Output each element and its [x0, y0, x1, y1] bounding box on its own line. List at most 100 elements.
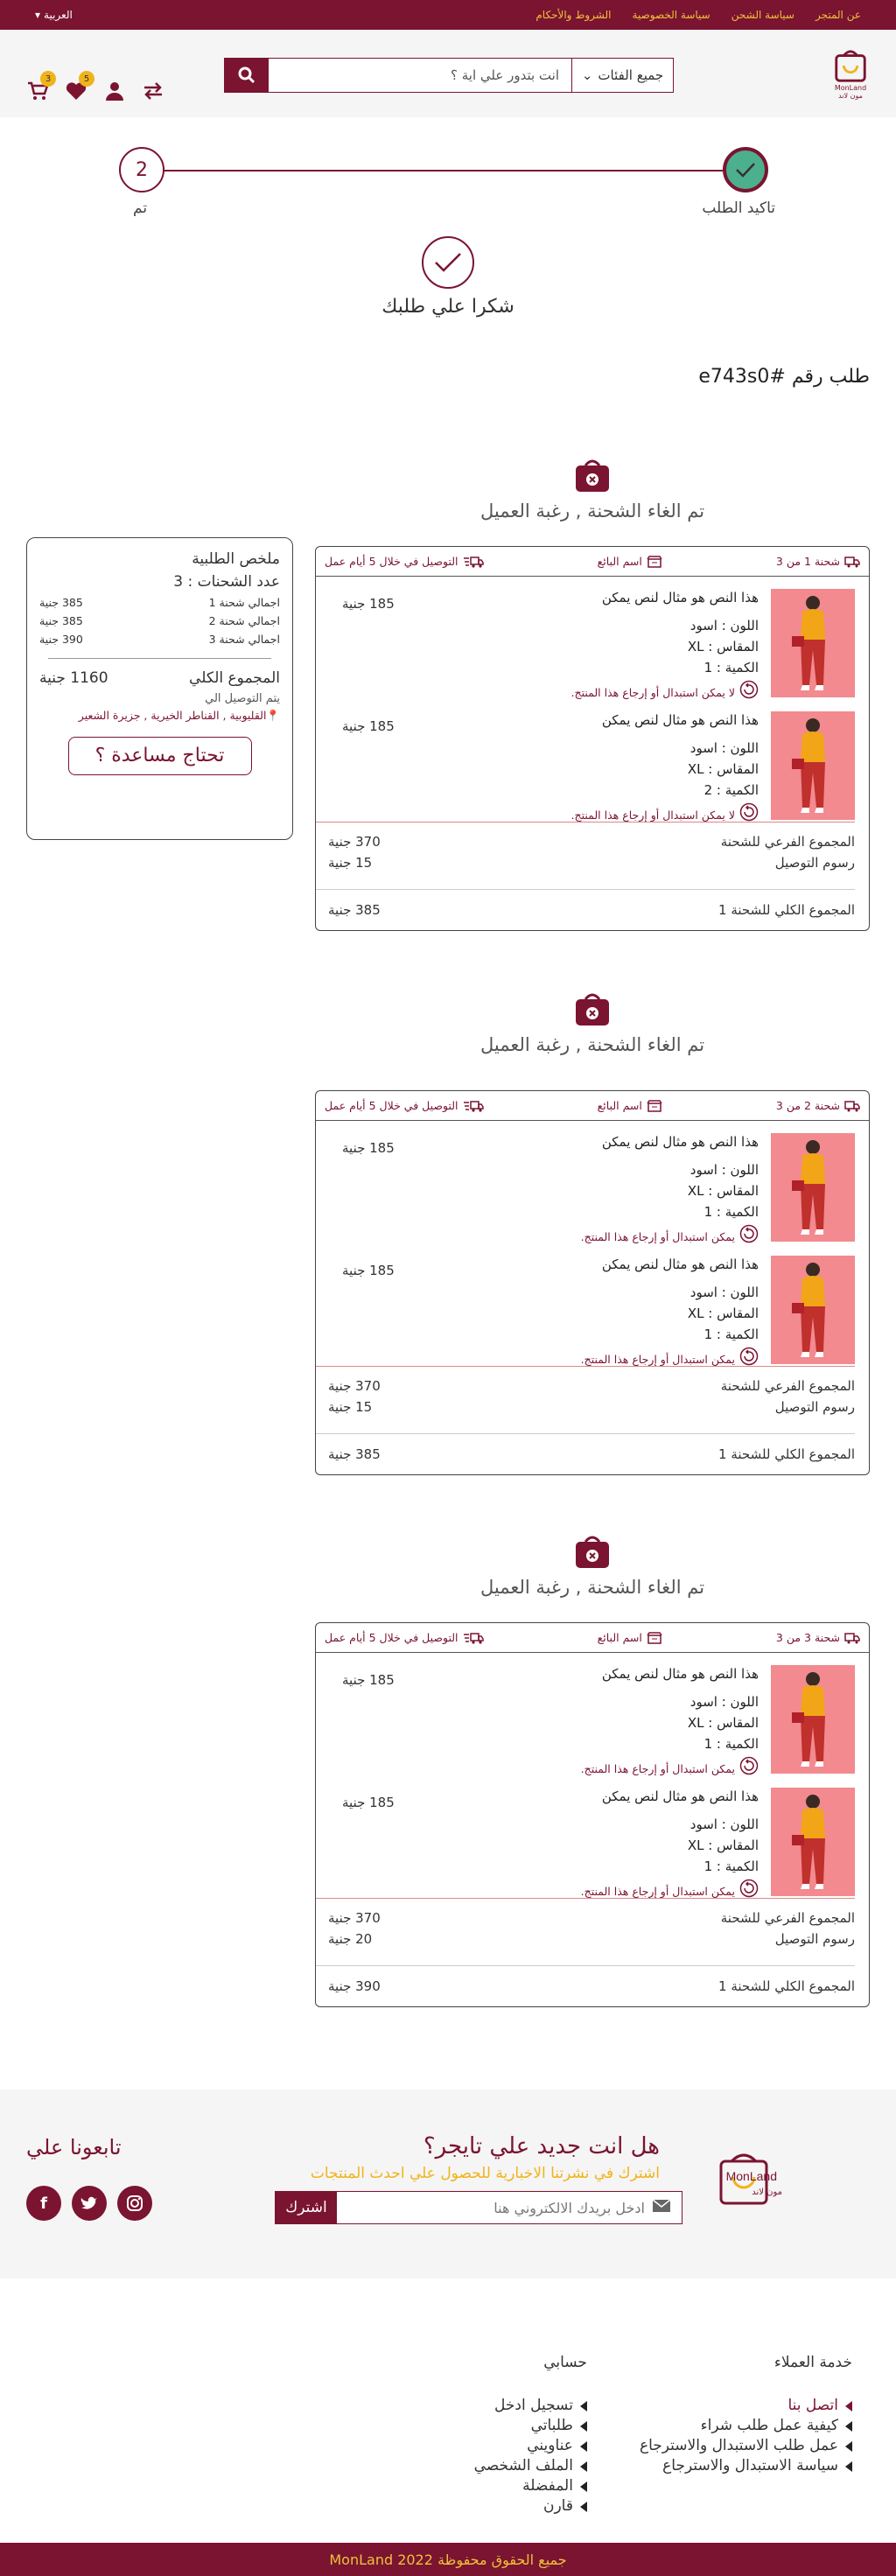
- arrow-icon: [579, 2420, 587, 2432]
- logo[interactable]: MonLand مون لاند: [830, 47, 872, 100]
- shipment-header: شحنة 3 من 3 اسم البائع التوصيل في خلال 5 أ…: [316, 1623, 869, 1653]
- category-select[interactable]: جميع الفئات ⌄: [571, 59, 673, 92]
- account-button[interactable]: [103, 80, 126, 102]
- product-quantity: الكمية : 1: [704, 1204, 759, 1220]
- order-progress: 2 تاكيد الطلب تم: [119, 147, 775, 234]
- summary-row: اجمالي شحنة 1 385 جنية: [39, 596, 280, 609]
- top-link-about[interactable]: عن المتجر: [816, 9, 861, 21]
- top-link-privacy[interactable]: سياسة الخصوصية: [633, 9, 710, 21]
- cancel-message: تم الغاء الشحنة , رغبة العميل: [480, 500, 705, 522]
- shipment-card: شحنة 2 من 3 اسم البائع التوصيل في خلال 5 أ…: [315, 1090, 870, 1475]
- subtotal-value: 370 جنية: [328, 1378, 381, 1394]
- social-links: f: [26, 2186, 152, 2221]
- top-link-terms[interactable]: الشروط والأحكام: [536, 9, 611, 21]
- footer-link-compare[interactable]: قارن: [474, 2496, 587, 2516]
- product-price: 185 جنية: [342, 1263, 395, 1278]
- footer-link-label: قارن: [542, 2497, 573, 2515]
- top-links: عن المتجر سياسة الشحن سياسة الخصوصية الش…: [536, 9, 861, 21]
- product-details: هذا النص هو مثال لنص يمكن اللون : اسود الم…: [571, 710, 759, 829]
- delivery-estimate-text: التوصيل في خلال 5 أيام عمل: [325, 555, 458, 568]
- shipment-card: شحنة 1 من 3 اسم البائع التوصيل في خلال 5 أ…: [315, 546, 870, 931]
- product-image[interactable]: [771, 711, 855, 820]
- twitter-icon[interactable]: [72, 2186, 107, 2221]
- product-details: هذا النص هو مثال لنص يمكن اللون : اسود الم…: [581, 1663, 759, 1782]
- seller-name-text: اسم البائع: [597, 1631, 642, 1644]
- step-confirm: [723, 147, 768, 192]
- summary-row-label: اجمالي شحنة 1: [208, 596, 280, 609]
- footer-account: حسابي تسجيل ادخل طلباتي عناويني الملف ال…: [474, 2354, 587, 2516]
- product-color: اللون : اسود: [690, 740, 759, 756]
- summary-row-value: 385 جنية: [39, 614, 83, 627]
- delivery-estimate-text: التوصيل في خلال 5 أيام عمل: [325, 1631, 458, 1644]
- footer-link-favorites[interactable]: المفضلة: [474, 2476, 587, 2496]
- footer-link-label: عناويني: [527, 2437, 573, 2454]
- footer-link-login[interactable]: تسجيل ادخل: [474, 2396, 587, 2416]
- footer-customer-service: خدمة العملاء اتصل بنا كيفية عمل طلب شراء…: [640, 2354, 852, 2516]
- product-details: هذا النص هو مثال لنص يمكن اللون : اسود الم…: [581, 1254, 759, 1373]
- shipment-label: شحنة 1 من 3: [776, 555, 860, 568]
- wishlist-count-badge: 5: [79, 71, 94, 87]
- step-confirm-label: تاكيد الطلب: [702, 200, 775, 217]
- product-image[interactable]: [771, 1256, 855, 1364]
- header: MonLand مون لاند جميع الفئات ⌄ انت بتدور…: [0, 30, 896, 117]
- instagram-icon[interactable]: [117, 2186, 152, 2221]
- arrow-icon: [845, 2420, 852, 2432]
- product-size: المقاس : XL: [687, 639, 759, 654]
- cart-button[interactable]: 3: [26, 71, 56, 102]
- search-button[interactable]: [225, 59, 269, 92]
- shipment-total-row: المجموع الكلي للشحنة 1 385 جنية: [316, 1433, 855, 1474]
- arrow-icon: [845, 2460, 852, 2472]
- shipment-total-value: 385 جنية: [328, 902, 381, 918]
- product-title[interactable]: هذا النص هو مثال لنص يمكن: [571, 587, 759, 608]
- product-size: المقاس : XL: [687, 1715, 759, 1731]
- top-link-shipping[interactable]: سياسة الشحن: [732, 9, 794, 21]
- seller-name-text: اسم البائع: [597, 555, 642, 568]
- seller-name[interactable]: اسم البائع: [598, 1099, 662, 1112]
- product-title[interactable]: هذا النص هو مثال لنص يمكن: [581, 1786, 759, 1807]
- subscribe-button[interactable]: اشترك: [276, 2192, 337, 2223]
- footer-link-how-to-order[interactable]: كيفية عمل طلب شراء: [640, 2416, 852, 2436]
- shipment-total-value: 385 جنية: [328, 1446, 381, 1462]
- shipment-label-text: شحنة 2 من 3: [775, 1099, 840, 1112]
- product-image[interactable]: [771, 1133, 855, 1242]
- product-color: اللون : اسود: [690, 1162, 759, 1178]
- product-image[interactable]: [771, 1665, 855, 1774]
- product-quantity: الكمية : 1: [704, 660, 759, 676]
- wishlist-button[interactable]: 5: [65, 71, 94, 102]
- compare-button[interactable]: [142, 80, 164, 102]
- order-summary: ملخص الطلبية عدد الشحنات : 3 اجمالي شحنة…: [26, 537, 293, 840]
- seller-name[interactable]: اسم البائع: [598, 555, 662, 568]
- product-quantity: الكمية : 1: [704, 1736, 759, 1752]
- product-row: هذا النص هو مثال لنص يمكن اللون : اسود الم…: [316, 1243, 869, 1366]
- delivery-address-text: القليوبية , القناطر الخيرية , جزيرة الشع…: [78, 709, 267, 722]
- footer-link-return-policy[interactable]: سياسة الاستبدال والاسترجاع: [640, 2456, 852, 2476]
- footer-link-label: المفضلة: [522, 2477, 573, 2495]
- language-select[interactable]: العربية ▾: [35, 9, 73, 21]
- product-title[interactable]: هذا النص هو مثال لنص يمكن: [571, 710, 759, 731]
- product-title[interactable]: هذا النص هو مثال لنص يمكن: [581, 1131, 759, 1152]
- footer-link-return-request[interactable]: عمل طلب الاستبدال والاسترجاع: [640, 2436, 852, 2456]
- help-button[interactable]: تحتاج مساعدة ؟: [67, 737, 252, 775]
- top-bar: عن المتجر سياسة الشحن سياسة الخصوصية الش…: [0, 0, 896, 30]
- footer-link-contact[interactable]: اتصل بنا: [640, 2396, 852, 2416]
- email-placeholder: ادخل بريدك الالكتروني هنا: [494, 2199, 645, 2216]
- product-price: 185 جنية: [342, 596, 395, 612]
- footer-link-profile[interactable]: الملف الشخصي: [474, 2456, 587, 2476]
- newsletter-section: MonLand مون لاند هل انت جديد علي تايجر؟ …: [0, 2090, 896, 2278]
- product-title[interactable]: هذا النص هو مثال لنص يمكن: [581, 1254, 759, 1275]
- footer-link-orders[interactable]: طلباتي: [474, 2416, 587, 2436]
- footer-link-addresses[interactable]: عناويني: [474, 2436, 587, 2456]
- seller-name[interactable]: اسم البائع: [598, 1631, 662, 1644]
- product-image[interactable]: [771, 1788, 855, 1896]
- search-input[interactable]: انت بتدور علي اية ؟: [269, 59, 571, 92]
- product-title[interactable]: هذا النص هو مثال لنص يمكن: [581, 1663, 759, 1684]
- cancelled-bag-icon: [573, 455, 612, 494]
- delivery-fee-label: رسوم التوصيل: [774, 855, 855, 871]
- summary-row-value: 390 جنية: [39, 633, 83, 646]
- subtotal-label: المجموع الفرعي للشحنة: [720, 1378, 855, 1394]
- product-image[interactable]: [771, 589, 855, 697]
- facebook-icon[interactable]: f: [26, 2186, 61, 2221]
- product-quantity: الكمية : 2: [704, 782, 759, 798]
- email-field[interactable]: ادخل بريدك الالكتروني هنا: [337, 2192, 682, 2223]
- summary-total-value: 1160 جنية: [39, 669, 108, 687]
